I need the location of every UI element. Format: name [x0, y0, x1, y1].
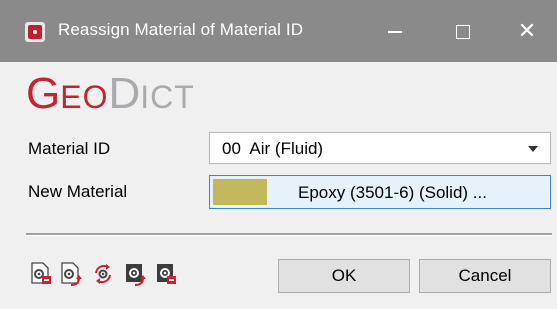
- dark-gear-arrow-icon[interactable]: [124, 261, 146, 287]
- close-button[interactable]: ✕: [504, 10, 550, 52]
- new-material-label: New Material: [28, 182, 128, 201]
- window-title: Reassign Material of Material ID: [58, 20, 304, 39]
- material-id-dropdown[interactable]: 00 Air (Fluid): [209, 132, 551, 164]
- logo-letter: D: [108, 69, 141, 118]
- geodict-logo: GEODICT: [26, 70, 195, 118]
- close-icon: ✕: [517, 18, 537, 43]
- material-color-swatch: [213, 179, 267, 205]
- minimize-button[interactable]: [372, 10, 418, 52]
- chevron-down-icon: [528, 146, 538, 152]
- ok-button[interactable]: OK: [278, 259, 410, 293]
- dark-gear-lock-icon[interactable]: [155, 261, 177, 287]
- logo-text: EO: [60, 79, 109, 115]
- separator: [26, 233, 552, 236]
- gear-doc-lock-icon[interactable]: [30, 261, 52, 287]
- logo-letter: G: [26, 69, 61, 118]
- maximize-button[interactable]: [440, 10, 486, 52]
- cancel-button[interactable]: Cancel: [419, 259, 551, 293]
- minimize-icon: [388, 31, 402, 34]
- material-id-value: 00 Air (Fluid): [222, 139, 324, 158]
- gear-refresh-icon[interactable]: [92, 261, 114, 287]
- geodict-app-icon: [25, 22, 45, 42]
- gear-doc-arrow-icon[interactable]: [60, 261, 82, 287]
- new-material-button[interactable]: Epoxy (3501-6) (Solid) ...: [209, 175, 551, 209]
- logo-text: ICT: [140, 79, 195, 115]
- maximize-icon: [456, 25, 470, 40]
- new-material-value: Epoxy (3501-6) (Solid) ...: [298, 183, 487, 202]
- title-bar: Reassign Material of Material ID ✕: [0, 0, 557, 62]
- material-id-label: Material ID: [28, 139, 111, 158]
